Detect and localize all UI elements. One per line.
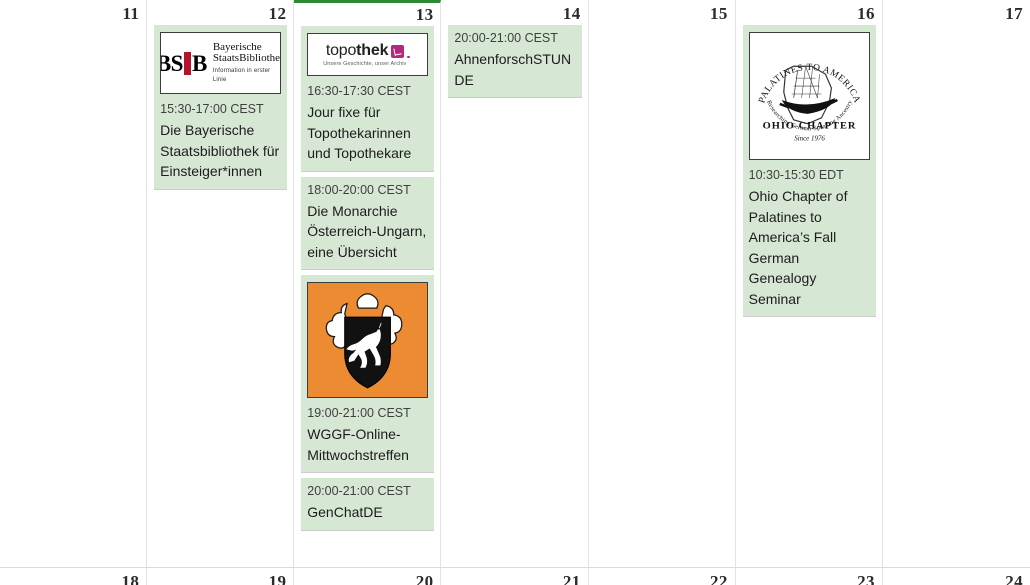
event-time: 20:00-21:00 CEST <box>454 31 558 45</box>
event-time: 20:00-21:00 CEST <box>307 484 411 498</box>
svg-text:Since 1976: Since 1976 <box>794 135 825 143</box>
bsb-logo-tagline: Information in erster Linie <box>212 67 271 83</box>
calendar-week-row-next: 18 19 20 21 22 23 24 <box>0 568 1030 585</box>
event-item[interactable]: 20:00-21:00 CEST AhnenforschSTUNDE <box>448 25 582 98</box>
day-cell-18[interactable]: 18 <box>0 568 148 585</box>
day-events-list: BS B Bayerische StaatsBibliothek Informa… <box>147 25 293 190</box>
day-cell-24[interactable]: 24 <box>882 568 1030 585</box>
bsb-monogram-left: BS <box>161 50 183 76</box>
bsb-monogram: BS B <box>161 50 207 76</box>
day-number[interactable]: 16 <box>736 0 882 25</box>
day-number[interactable]: 19 <box>147 568 293 585</box>
calendar-week-row: 11 12 BS B Bayerische <box>0 0 1030 568</box>
event-title[interactable]: Jour fixe für Topothekarinnen und Topoth… <box>307 102 428 164</box>
event-title[interactable]: Die Monarchie Österreich-Ungarn, eine Üb… <box>307 201 428 263</box>
day-events-list: 20:00-21:00 CEST AhnenforschSTUNDE <box>441 25 587 98</box>
event-title[interactable]: Ohio Chapter of Palatines to America’s F… <box>749 186 870 309</box>
event-item[interactable]: 20:00-21:00 CEST GenChatDE <box>301 478 435 531</box>
svg-text:OHIO CHAPTER: OHIO CHAPTER <box>762 121 856 132</box>
palatines-to-america-logo: PALATINES TO AMERICA Researching German-… <box>748 32 870 160</box>
day-cell-23[interactable]: 23 <box>735 568 883 585</box>
day-events-list: topo thek Unsere Geschichte, unser Archi… <box>294 26 440 531</box>
topothek-word-light: topo <box>325 42 357 59</box>
day-cell-16[interactable]: 16 PALATINES TO AMERICA Researching Germ… <box>735 0 883 567</box>
topothek-mark-icon <box>391 44 405 58</box>
day-number[interactable]: 17 <box>883 0 1030 25</box>
day-cell-12[interactable]: 12 BS B Bayerische StaatsBibliothe <box>147 0 295 567</box>
event-title[interactable]: WGGF-Online-Mittwochstreffen <box>307 424 428 465</box>
event-time: 18:00-20:00 CEST <box>307 182 411 197</box>
day-number[interactable]: 15 <box>589 0 735 25</box>
bsb-logo: BS B Bayerische StaatsBibliothek Informa… <box>160 32 282 94</box>
bsb-red-bar <box>183 51 191 75</box>
day-number[interactable]: 18 <box>0 568 146 585</box>
event-title[interactable]: AhnenforschSTUNDE <box>454 49 575 90</box>
event-item[interactable]: BS B Bayerische StaatsBibliothek Informa… <box>154 25 288 190</box>
event-time: 16:30-17:30 CEST <box>307 84 411 98</box>
day-cell-13-today[interactable]: 13 topo thek Unsere Geschichte, unser Ar… <box>294 0 442 567</box>
event-time: 19:00-21:00 CEST <box>307 406 411 420</box>
wggf-horse-logo <box>307 282 429 398</box>
bsb-logo-line1: Bayerische <box>212 40 262 53</box>
bsb-monogram-right: B <box>191 50 207 76</box>
day-cell-21[interactable]: 21 <box>441 568 589 585</box>
month-calendar-grid: 11 12 BS B Bayerische <box>0 0 1030 585</box>
topothek-dot-icon <box>407 55 410 58</box>
day-events-list: PALATINES TO AMERICA Researching German-… <box>736 25 882 317</box>
topothek-word-bold: thek <box>356 42 389 59</box>
event-title[interactable]: Die Bayerische Staatsbibliothek für Eins… <box>160 120 281 182</box>
event-item[interactable]: PALATINES TO AMERICA Researching German-… <box>742 25 876 317</box>
day-number[interactable]: 11 <box>0 0 146 25</box>
day-cell-19[interactable]: 19 <box>147 568 295 585</box>
day-number[interactable]: 14 <box>441 0 587 25</box>
day-cell-15[interactable]: 15 <box>588 0 736 567</box>
day-number[interactable]: 12 <box>147 0 293 25</box>
topothek-tagline: Unsere Geschichte, unser Archiv <box>323 61 407 67</box>
day-number[interactable]: 20 <box>294 568 440 585</box>
event-title[interactable]: GenChatDE <box>307 502 428 523</box>
day-cell-22[interactable]: 22 <box>588 568 736 585</box>
day-number[interactable]: 23 <box>736 568 882 585</box>
topothek-logo: topo thek Unsere Geschichte, unser Archi… <box>307 33 429 76</box>
day-cell-17[interactable]: 17 <box>882 0 1030 567</box>
day-number[interactable]: 13 <box>294 3 440 26</box>
day-cell-20[interactable]: 20 <box>294 568 442 585</box>
day-cell-11[interactable]: 11 <box>0 0 148 567</box>
event-time: 15:30-17:00 CEST <box>160 102 264 116</box>
day-cell-14[interactable]: 14 20:00-21:00 CEST AhnenforschSTUNDE <box>441 0 589 567</box>
bsb-logo-line2: StaatsBibliothek <box>212 52 282 64</box>
event-item[interactable]: topo thek Unsere Geschichte, unser Archi… <box>301 26 435 172</box>
event-item[interactable]: 18:00-20:00 CEST Die Monarchie Österreic… <box>301 176 435 270</box>
day-number[interactable]: 21 <box>441 568 587 585</box>
event-time: 10:30-15:30 EDT <box>748 168 844 182</box>
day-number[interactable]: 24 <box>883 568 1030 585</box>
day-number[interactable]: 22 <box>589 568 735 585</box>
event-item[interactable]: 19:00-21:00 CEST WGGF-Online-Mittwochstr… <box>301 275 435 473</box>
